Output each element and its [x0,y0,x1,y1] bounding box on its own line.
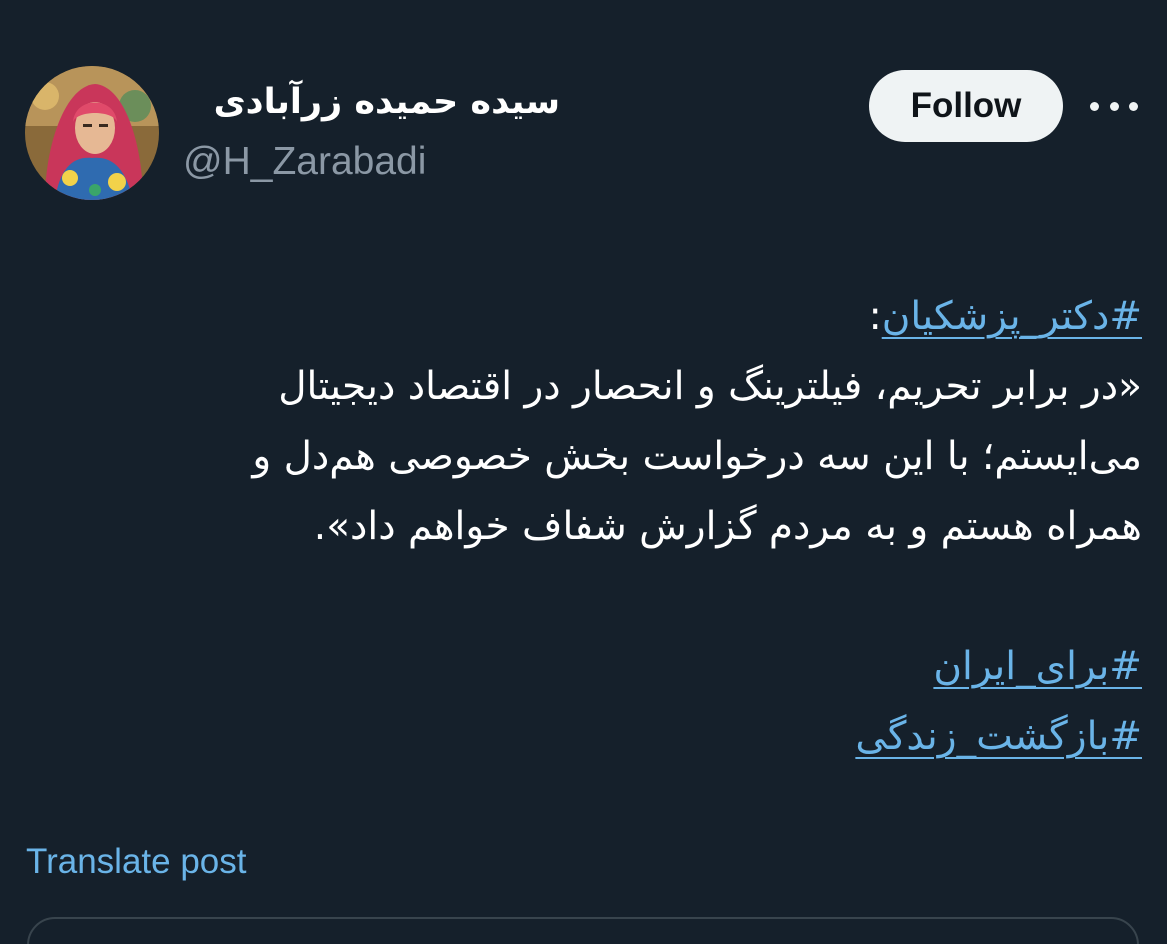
tweet-text: #دکتر_پزشکیان: «در برابر تحریم، فیلترینگ… [42,282,1142,772]
author-display-name[interactable]: سیده حمیده زرآبادی [214,82,560,122]
author-avatar[interactable] [25,66,159,200]
follow-button[interactable]: Follow [869,70,1063,142]
tweet-line: «در برابر تحریم، فیلترینگ و انحصار در اق… [278,364,1142,409]
author-handle[interactable]: @H_Zarabadi [183,140,426,184]
tweet-line-hashtag: #برای_ایران [42,632,1142,702]
tweet-line: می‌ایستم؛ با این سه درخواست بخش خصوصی هم… [252,434,1142,479]
hashtag-link[interactable]: #برای_ایران [933,644,1142,689]
hashtag-link[interactable]: #دکتر_پزشکیان [882,294,1142,339]
more-horizontal-icon [1129,101,1138,111]
tweet-view: سیده حمیده زرآبادی @H_Zarabadi Follow #د… [0,0,1167,944]
tweet-line-hashtag: #بازگشت_زندگی [42,702,1142,772]
more-horizontal-icon [1109,101,1119,111]
hashtag-link[interactable]: #بازگشت_زندگی [855,714,1142,759]
profile-photo-icon [25,66,159,200]
more-horizontal-icon [1090,101,1099,111]
tweet-line-hashtag: #دکتر_پزشکیان: [42,282,1142,352]
translate-post-link[interactable]: Translate post [26,842,246,882]
hashtag-suffix: : [868,294,882,339]
embedded-card[interactable] [27,917,1139,944]
tweet-line: همراه هستم و به مردم گزارش شفاف خواهم دا… [313,504,1142,549]
more-options-button[interactable] [1090,94,1138,118]
